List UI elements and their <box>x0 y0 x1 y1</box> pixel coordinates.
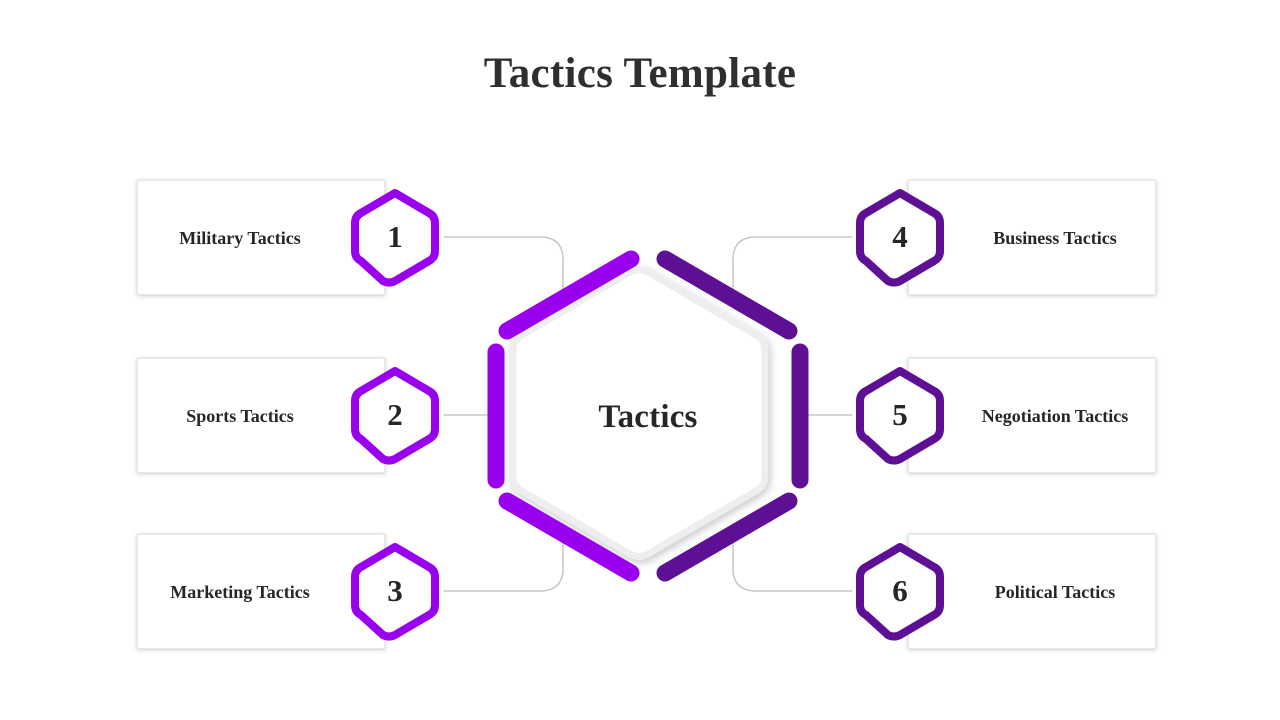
badge-item-6-number: 6 <box>892 572 908 608</box>
center-hub: Tactics <box>480 236 816 598</box>
slide-canvas: Tactics Template Tactics Military Tactic… <box>0 0 1280 720</box>
badge-item-2[interactable]: 2 <box>347 365 443 465</box>
badge-item-4[interactable]: 4 <box>852 187 948 287</box>
page-title: Tactics Template <box>483 50 797 97</box>
badge-item-5[interactable]: 5 <box>852 365 948 465</box>
badge-item-4-number: 4 <box>892 218 908 254</box>
center-hub-label: Tactics <box>598 398 698 435</box>
badge-item-1-number: 1 <box>387 218 403 254</box>
badge-item-2-number: 2 <box>387 396 403 432</box>
badge-item-1[interactable]: 1 <box>347 187 443 287</box>
badge-item-3-number: 3 <box>387 572 403 608</box>
badge-item-3[interactable]: 3 <box>347 541 443 641</box>
badge-item-5-number: 5 <box>892 396 908 432</box>
badge-item-6[interactable]: 6 <box>852 541 948 641</box>
